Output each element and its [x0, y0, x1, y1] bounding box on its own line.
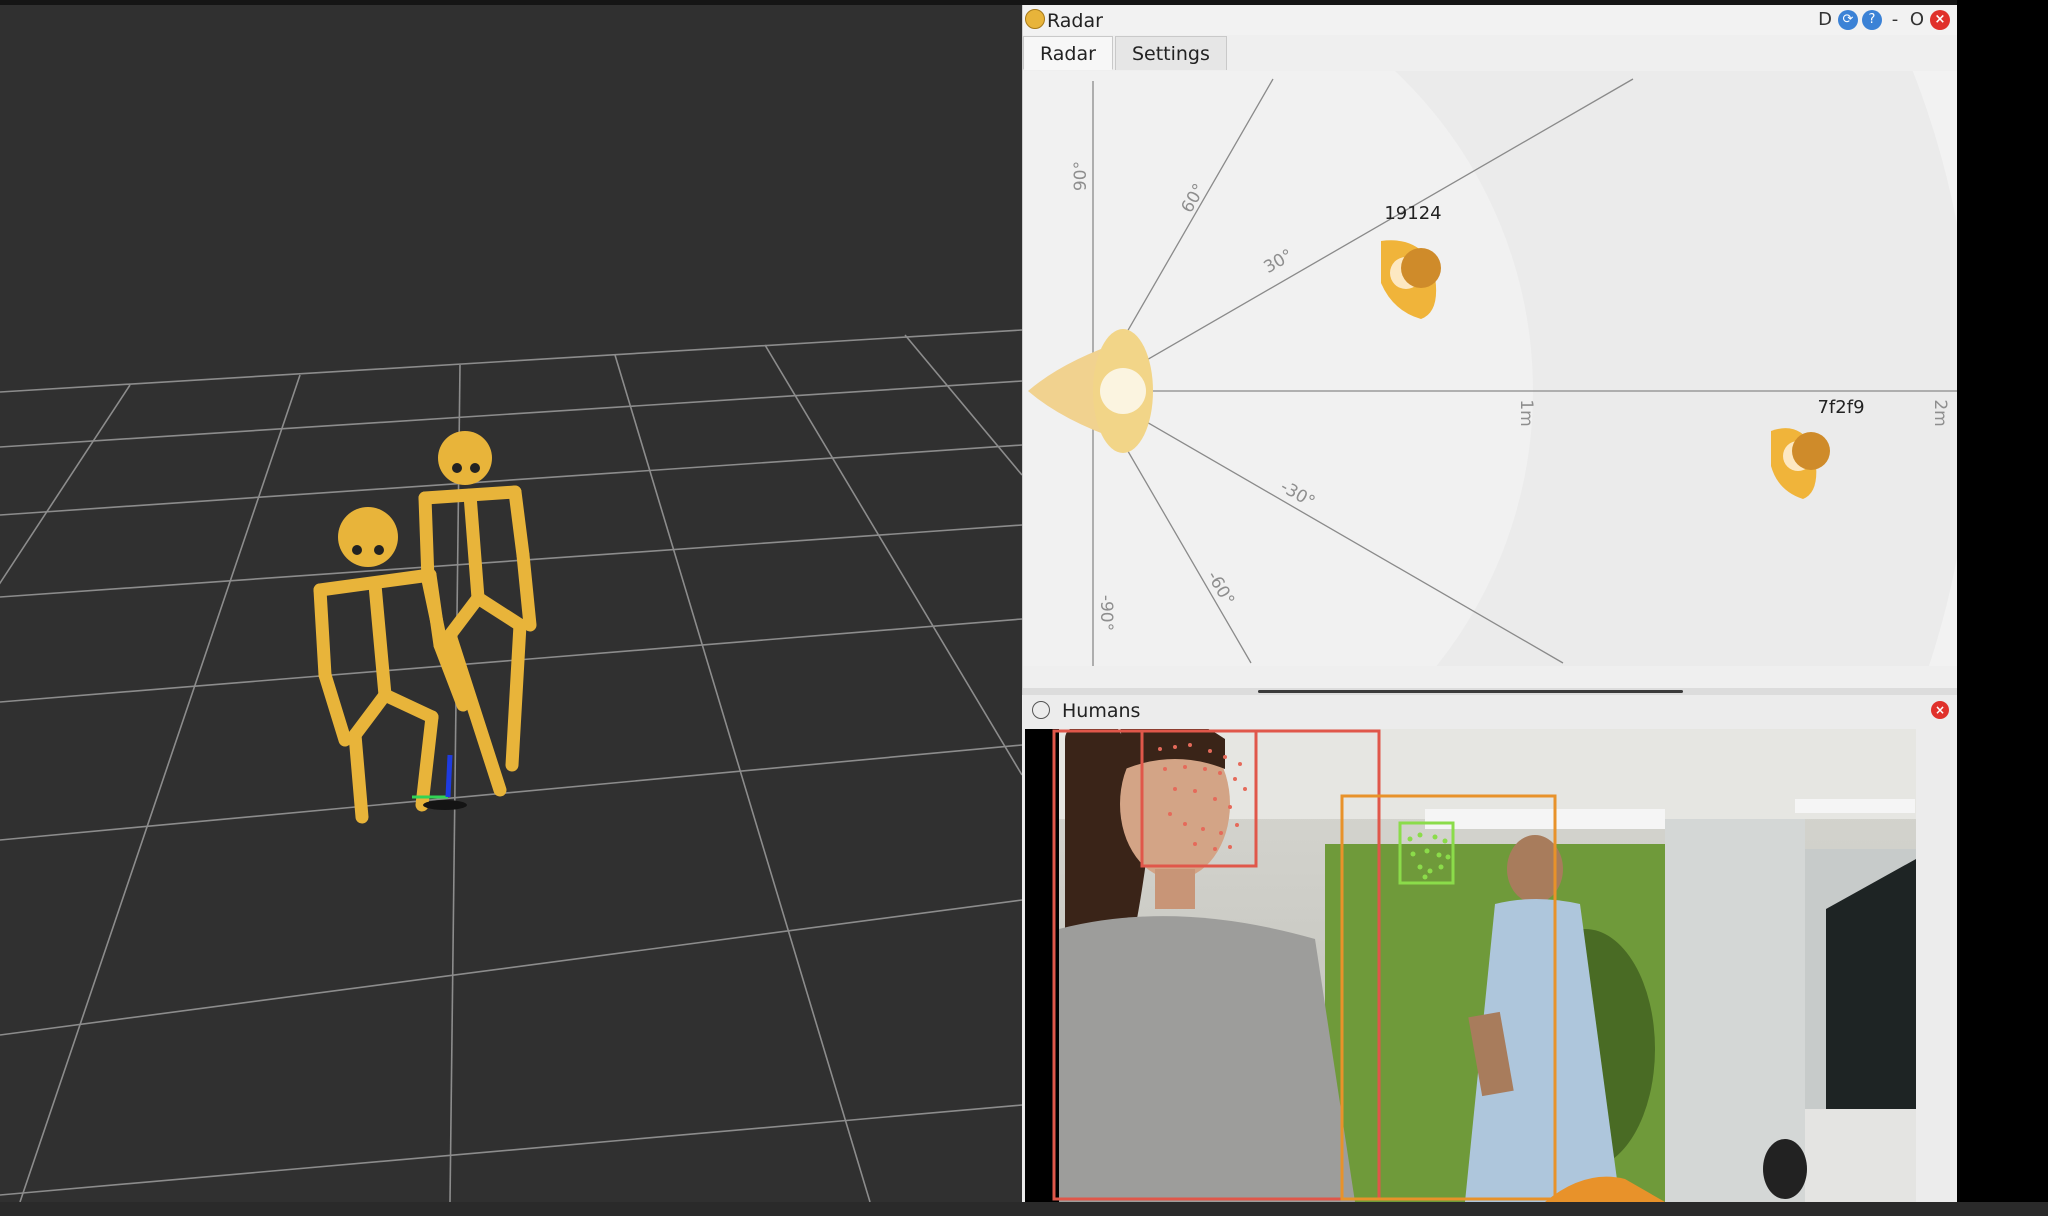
- skeleton-head-2: [438, 431, 492, 485]
- window-splitter[interactable]: [1023, 688, 1958, 695]
- window-controls: D ⟳ ? - O ×: [1816, 9, 1950, 31]
- minimize-button[interactable]: -: [1886, 10, 1904, 30]
- skeleton-person-1: [313, 568, 470, 824]
- humans-titlebar[interactable]: Humans ×: [1022, 695, 1957, 725]
- radar-titlebar[interactable]: Radar D ⟳ ? - O ×: [1023, 5, 1958, 35]
- radar-canvas[interactable]: 90° 60° 30° -30° -60° -90° 1m 2m 19124 7…: [213, 0, 1973, 1216]
- angle-label-neg90: -90°: [1096, 595, 1116, 631]
- tab-settings[interactable]: Settings: [1114, 36, 1227, 70]
- 3d-scene: [0, 329, 1022, 1202]
- person-id-7f2f9: 7f2f9: [1817, 397, 1864, 418]
- distance-label-2m: 2m: [1930, 399, 1950, 426]
- d-button[interactable]: D: [1816, 10, 1834, 30]
- person-id-19124: 19124: [1384, 203, 1441, 224]
- splitter-handle[interactable]: [1258, 690, 1683, 693]
- close-icon[interactable]: ×: [1930, 10, 1950, 30]
- right-margin: [1957, 0, 2048, 1202]
- tab-radar[interactable]: Radar: [1023, 36, 1113, 70]
- radar-window-title: Radar: [1047, 10, 1103, 32]
- refresh-icon[interactable]: ⟳: [1838, 10, 1858, 30]
- radar-tabs: Radar Settings: [1023, 36, 1229, 70]
- humans-window: Humans ×: [1022, 695, 1957, 1202]
- 3d-viewport[interactable]: [0, 5, 1022, 1202]
- camera-feed: [1025, 729, 1916, 1202]
- camera-image: [1025, 729, 1916, 1202]
- radar-app-icon: [1025, 9, 1045, 29]
- skeleton-person-2: [418, 485, 537, 797]
- skeleton-head-1: [338, 507, 398, 567]
- radar-window: Radar D ⟳ ? - O × Radar Settings 90° 60°…: [213, 0, 1973, 1216]
- angle-label-90: 90°: [1071, 161, 1091, 191]
- close-icon[interactable]: ×: [1931, 701, 1949, 719]
- distance-label-1m: 1m: [1516, 399, 1536, 426]
- bottom-strip: [0, 1202, 2048, 1216]
- radar-plot: 90° 60° 30° -30° -60° -90° 1m 2m 19124 7…: [213, 0, 1973, 1216]
- humans-app-icon: [1032, 701, 1050, 719]
- humans-window-title: Humans: [1062, 700, 1141, 722]
- restore-button[interactable]: O: [1908, 10, 1926, 30]
- help-icon[interactable]: ?: [1862, 10, 1882, 30]
